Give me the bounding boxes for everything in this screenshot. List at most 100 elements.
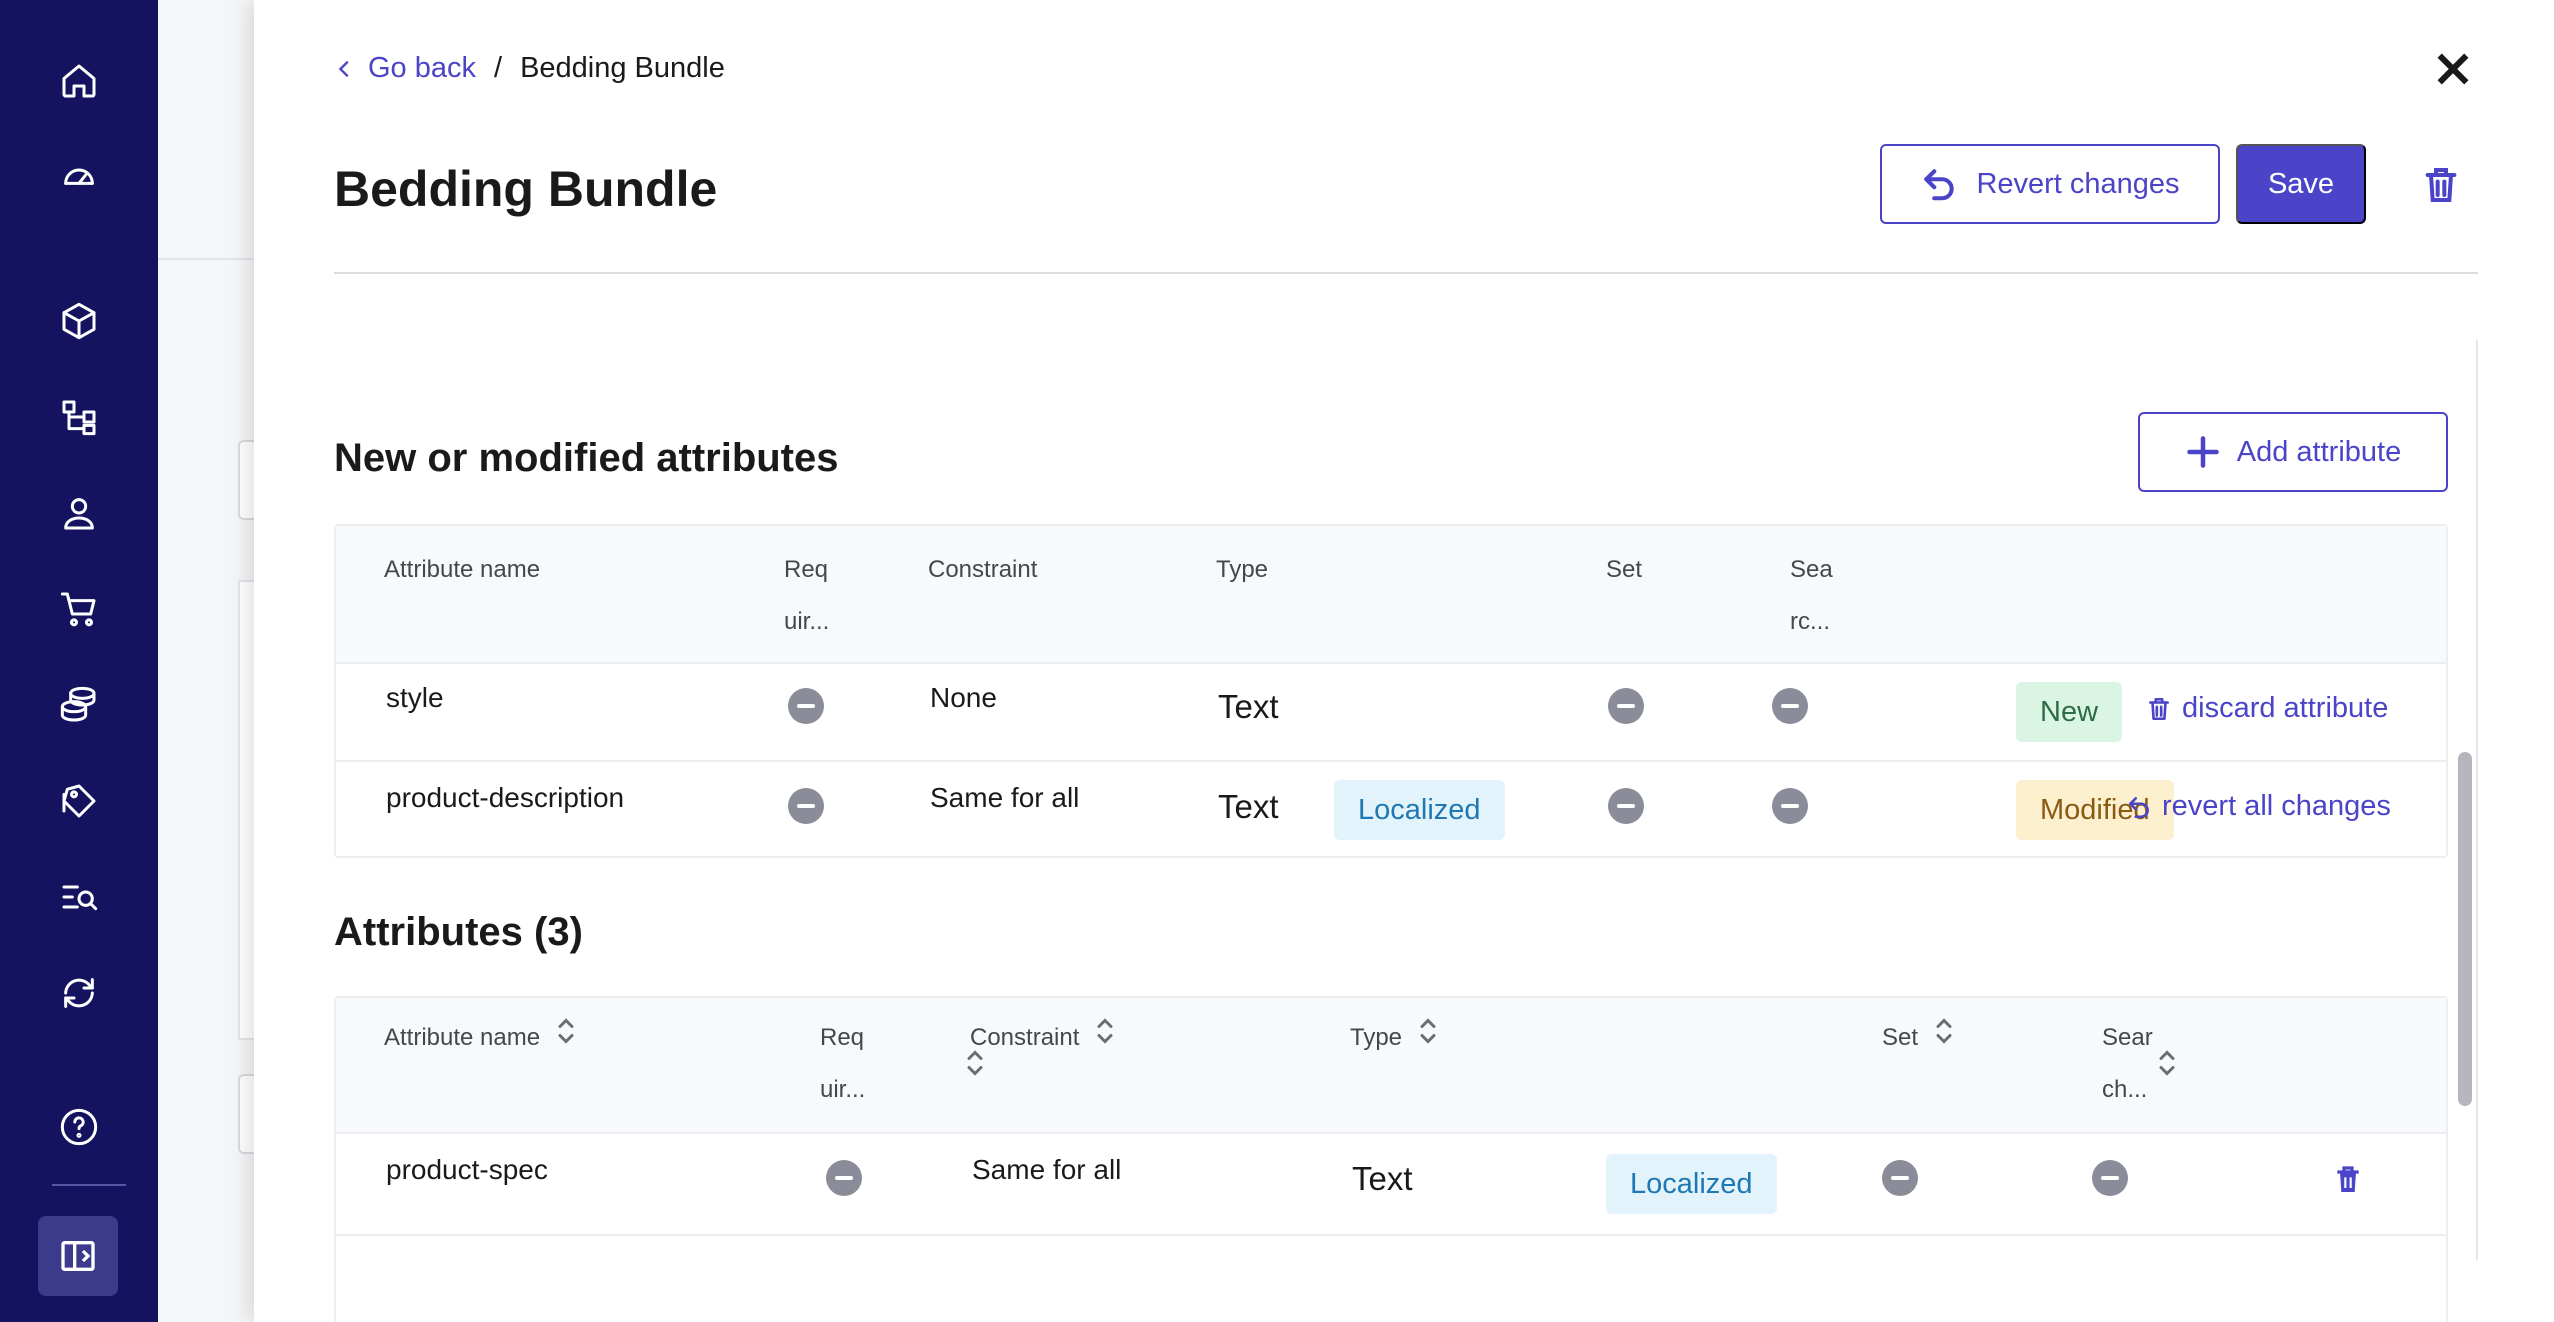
col-searchable-line2: rc... [1790, 608, 1830, 635]
revert-all-changes-link[interactable]: revert all changes [2126, 790, 2391, 823]
set-minus-icon [1608, 788, 1644, 824]
close-button[interactable] [2430, 46, 2476, 92]
sort-icon [1419, 1013, 1437, 1065]
delete-button[interactable] [2414, 158, 2468, 212]
col-attribute-name[interactable]: Attribute name [384, 1012, 575, 1065]
scrollbar[interactable] [2458, 752, 2472, 1106]
searchable-minus-icon [1772, 788, 1808, 824]
breadcrumb-separator: / [494, 52, 503, 84]
revert-all-changes-label: revert all changes [2162, 790, 2391, 822]
col-type: Type [1216, 556, 1269, 583]
col-required-line1: Req [784, 556, 829, 583]
constraint-value: None [930, 682, 997, 713]
sort-icon [557, 1013, 575, 1065]
hierarchy-icon[interactable] [52, 390, 106, 444]
table-header: Attribute name Req uir... Constraint Typ… [336, 526, 2446, 664]
attribute-name: style [386, 682, 444, 713]
dashboard-icon[interactable] [52, 148, 106, 202]
col-searchable-line2: ch... [2102, 1076, 2148, 1103]
table-row: style None Text New discard attribute [336, 664, 2446, 762]
go-back-label: Go back [368, 52, 476, 84]
modified-attributes-table: Attribute name Req uir... Constraint Typ… [334, 524, 2448, 858]
user-icon[interactable] [52, 486, 106, 540]
col-set-label: Set [1882, 1024, 1919, 1051]
col-constraint-label: Constraint [970, 1024, 1080, 1051]
revert-changes-label: Revert changes [1976, 167, 2180, 200]
localized-badge: Localized [1606, 1154, 1777, 1214]
col-attribute-name-label: Attribute name [384, 1024, 541, 1051]
revert-changes-button[interactable]: Revert changes [1880, 144, 2220, 224]
cart-icon[interactable] [52, 582, 106, 636]
help-icon[interactable] [52, 1100, 106, 1154]
bg-divider [158, 258, 254, 260]
add-attribute-button[interactable]: Add attribute [2138, 412, 2448, 492]
breadcrumb: Go back / Bedding Bundle [334, 52, 725, 85]
sidebar-toggle-icon[interactable] [38, 1216, 118, 1296]
col-required[interactable]: Req uir... [820, 1012, 880, 1116]
discard-attribute-link[interactable]: discard attribute [2146, 692, 2388, 725]
set-minus-icon [1882, 1160, 1918, 1196]
delete-attribute-button[interactable] [2332, 1164, 2364, 1196]
page-title: Bedding Bundle [334, 161, 718, 217]
modified-section-title: New or modified attributes [334, 436, 839, 480]
required-minus-icon [826, 1160, 862, 1196]
sync-icon[interactable] [52, 966, 106, 1020]
go-back-link[interactable]: Go back [334, 52, 476, 85]
sidebar-divider [52, 1184, 126, 1186]
col-searchable-line1: Sear [2102, 1024, 2153, 1051]
col-searchable[interactable]: Sear ch... [2102, 1012, 2162, 1116]
set-minus-icon [1608, 688, 1644, 724]
coins-icon[interactable] [52, 678, 106, 732]
col-set: Set [1606, 556, 1643, 583]
col-attribute-name: Attribute name [384, 556, 541, 583]
searchable-minus-icon [1772, 688, 1808, 724]
required-minus-icon [788, 688, 824, 724]
sidebar [0, 0, 158, 1322]
col-constraint[interactable]: Constraint [970, 1012, 1114, 1065]
header-divider [334, 272, 2478, 274]
table-row: product-spec Same for all Text Localized [336, 1134, 2446, 1236]
sort-icon [1096, 1013, 1114, 1065]
required-minus-icon [788, 788, 824, 824]
cube-icon[interactable] [52, 294, 106, 348]
col-searchable-line1: Sea [1790, 556, 1833, 583]
localized-badge: Localized [1334, 780, 1505, 840]
save-button[interactable]: Save [2236, 144, 2366, 224]
home-icon[interactable] [52, 54, 106, 108]
attribute-name: product-spec [386, 1154, 548, 1185]
col-required-line2: uir... [784, 608, 830, 635]
add-attribute-label: Add attribute [2236, 435, 2402, 468]
search-list-icon[interactable] [52, 870, 106, 924]
trash-icon [2425, 168, 2457, 202]
type-value: Text [1218, 688, 1279, 725]
undo-icon [1924, 169, 1955, 201]
constraint-value: Same for all [972, 1154, 1122, 1185]
attribute-set-drawer: Go back / Bedding Bundle Bedding Bundle … [254, 0, 2554, 1322]
col-required-line2: uir... [820, 1076, 866, 1103]
col-searchable: Sea rc... [1790, 544, 1850, 648]
table-header: Attribute name Req uir... Constraint Typ… [336, 998, 2446, 1134]
trash-icon [2337, 1166, 2359, 1192]
col-set[interactable]: Set [1882, 1012, 1953, 1065]
sort-icon[interactable] [2158, 1048, 2176, 1083]
searchable-minus-icon [2092, 1160, 2128, 1196]
type-value: Text [1218, 788, 1279, 825]
col-type[interactable]: Type [1350, 1012, 1437, 1065]
chevron-left-icon [338, 60, 349, 77]
col-required: Req uir... [784, 544, 844, 648]
attributes-section-title: Attributes (3) [334, 910, 583, 954]
status-badge: New [2016, 682, 2123, 742]
plus-icon [2187, 436, 2219, 468]
col-type-label: Type [1350, 1024, 1403, 1051]
undo-icon [2129, 796, 2149, 818]
table-row: product-description Same for all Text Lo… [336, 762, 2446, 858]
type-value: Text [1352, 1160, 1413, 1197]
constraint-value: Same for all [930, 782, 1080, 813]
scroll-track [2476, 340, 2478, 1260]
attribute-name: product-description [386, 782, 625, 813]
trash-icon [2149, 697, 2169, 720]
tag-icon[interactable] [52, 774, 106, 828]
discard-attribute-label: discard attribute [2182, 692, 2389, 724]
breadcrumb-current: Bedding Bundle [520, 52, 725, 84]
close-icon [2437, 53, 2469, 85]
